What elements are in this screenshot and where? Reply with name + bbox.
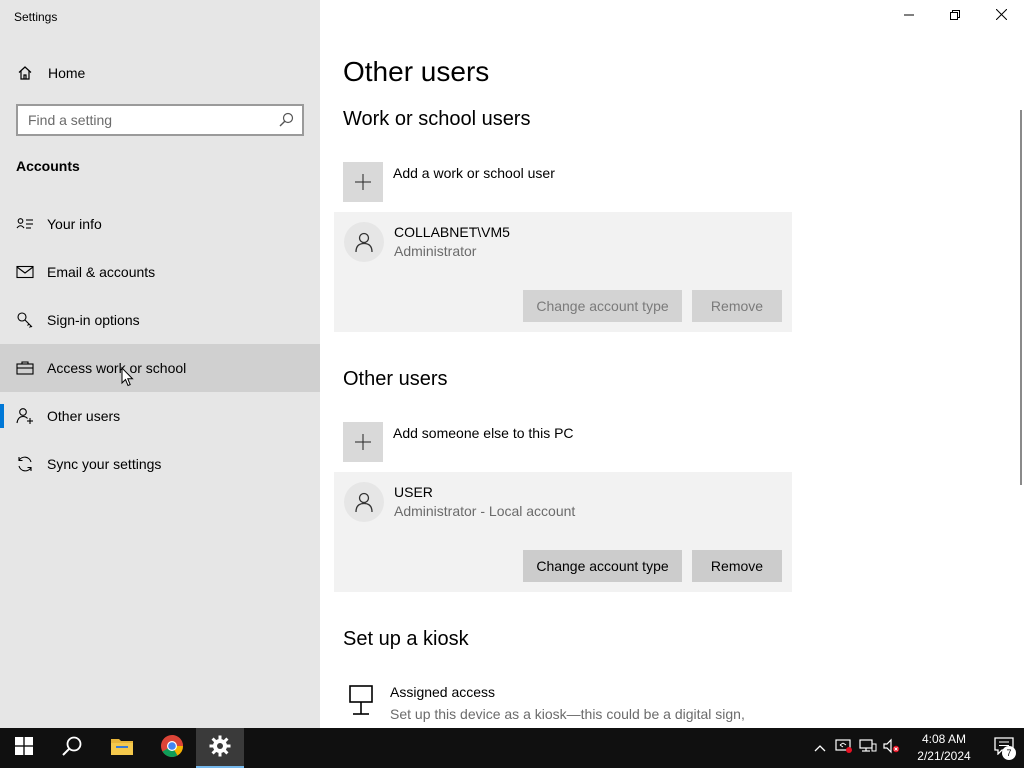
close-button[interactable] <box>978 0 1024 32</box>
system-tray: 4:08 AM 2/21/2024 7 <box>808 728 1024 768</box>
sidebar-item-label: Access work or school <box>47 360 187 376</box>
notification-count-badge: 7 <box>1002 746 1016 760</box>
volume-muted-icon <box>883 738 901 759</box>
window-controls <box>886 0 1024 32</box>
add-someone-else-button[interactable]: Add someone else to this PC <box>343 422 803 464</box>
app-title: Settings <box>14 10 58 24</box>
change-account-type-button[interactable]: Change account type <box>523 550 682 582</box>
restore-button[interactable] <box>932 0 978 32</box>
search-icon[interactable] <box>278 112 294 128</box>
restore-icon <box>950 7 960 25</box>
assigned-access-title: Assigned access <box>390 684 496 700</box>
user-role: Administrator <box>394 243 477 259</box>
clock-date: 2/21/2024 <box>917 749 971 763</box>
sidebar-item-access-work-school[interactable]: Access work or school <box>0 344 320 392</box>
folder-icon <box>110 736 134 761</box>
person-add-icon <box>16 407 34 425</box>
chevron-up-icon <box>814 739 826 757</box>
clock-time: 4:08 AM <box>921 732 967 746</box>
remote-desktop-icon <box>835 738 853 759</box>
user-card-collabnet-vm5[interactable]: COLLABNET\VM5 Administrator Change accou… <box>334 212 792 332</box>
clock[interactable]: 4:08 AM 2/21/2024 <box>904 728 984 768</box>
mail-icon <box>16 263 34 281</box>
page-title: Other users <box>343 56 490 87</box>
briefcase-icon <box>16 359 34 377</box>
accounts-section-label: Accounts <box>16 158 80 174</box>
key-icon <box>16 311 34 329</box>
taskbar-search-button[interactable] <box>48 728 96 768</box>
kiosk-heading: Set up a kiosk <box>343 628 469 650</box>
sync-icon <box>16 455 34 473</box>
sidebar-item-label: Sign-in options <box>47 312 140 328</box>
change-account-type-button[interactable]: Change account type <box>523 290 682 322</box>
start-button[interactable] <box>0 728 48 768</box>
user-role: Administrator - Local account <box>394 503 576 519</box>
search-icon <box>61 735 83 762</box>
settings-taskbar-button[interactable] <box>196 728 244 768</box>
search-box[interactable] <box>16 104 304 136</box>
windows-logo-icon <box>15 736 33 760</box>
gear-icon <box>209 735 231 762</box>
user-avatar-icon <box>344 222 384 262</box>
accounts-nav-list: Your info Email & accounts Sign-in optio… <box>0 200 320 488</box>
sidebar-item-other-users[interactable]: Other users <box>0 392 320 440</box>
add-work-school-user-button[interactable]: Add a work or school user <box>343 162 803 204</box>
sidebar-item-your-info[interactable]: Your info <box>0 200 320 248</box>
network-tray-button[interactable] <box>856 728 880 768</box>
home-icon <box>16 64 34 82</box>
file-explorer-button[interactable] <box>96 728 148 768</box>
plus-icon <box>343 422 383 462</box>
assigned-access-button[interactable]: Assigned access Set up this device as a … <box>343 680 803 728</box>
sidebar-item-label: Email & accounts <box>47 264 156 280</box>
home-nav-item[interactable]: Home <box>0 56 320 90</box>
sidebar-item-email-accounts[interactable]: Email & accounts <box>0 248 320 296</box>
user-card-user[interactable]: USER Administrator - Local account Chang… <box>334 472 792 592</box>
scrollbar[interactable] <box>1020 110 1022 485</box>
remove-button[interactable]: Remove <box>692 550 782 582</box>
home-label: Home <box>48 65 86 81</box>
sidebar-item-label: Other users <box>47 408 121 424</box>
sidebar-item-sign-in-options[interactable]: Sign-in options <box>0 296 320 344</box>
sidebar-item-sync-settings[interactable]: Sync your settings <box>0 440 320 488</box>
plus-icon <box>343 162 383 202</box>
minimize-icon <box>904 7 914 25</box>
user-name: USER <box>394 484 433 500</box>
user-avatar-icon <box>344 482 384 522</box>
kiosk-icon <box>343 680 379 720</box>
main-content: Other users Work or school users Add a w… <box>320 0 1024 728</box>
close-icon <box>995 7 1007 25</box>
chrome-button[interactable] <box>148 728 196 768</box>
volume-tray-button[interactable] <box>880 728 904 768</box>
remote-desktop-tray-button[interactable] <box>832 728 856 768</box>
network-icon <box>859 738 877 759</box>
taskbar: 4:08 AM 2/21/2024 7 <box>0 728 1024 768</box>
minimize-button[interactable] <box>886 0 932 32</box>
person-card-icon <box>16 215 34 233</box>
search-input[interactable] <box>18 112 268 128</box>
user-name: COLLABNET\VM5 <box>394 224 510 240</box>
show-hidden-icons-button[interactable] <box>808 728 832 768</box>
chrome-icon <box>160 734 184 763</box>
add-work-school-user-label: Add a work or school user <box>393 165 555 181</box>
add-someone-else-label: Add someone else to this PC <box>393 425 574 441</box>
remove-button[interactable]: Remove <box>692 290 782 322</box>
sidebar: Settings Home Accounts Your info Email &… <box>0 0 320 728</box>
sidebar-item-label: Your info <box>47 216 102 232</box>
action-center-button[interactable]: 7 <box>984 728 1024 768</box>
mouse-cursor-icon <box>121 366 135 387</box>
other-users-heading: Other users <box>343 368 448 390</box>
assigned-access-description: Set up this device as a kiosk—this could… <box>390 706 745 728</box>
sidebar-item-label: Sync your settings <box>47 456 162 472</box>
work-school-users-heading: Work or school users <box>343 108 531 130</box>
